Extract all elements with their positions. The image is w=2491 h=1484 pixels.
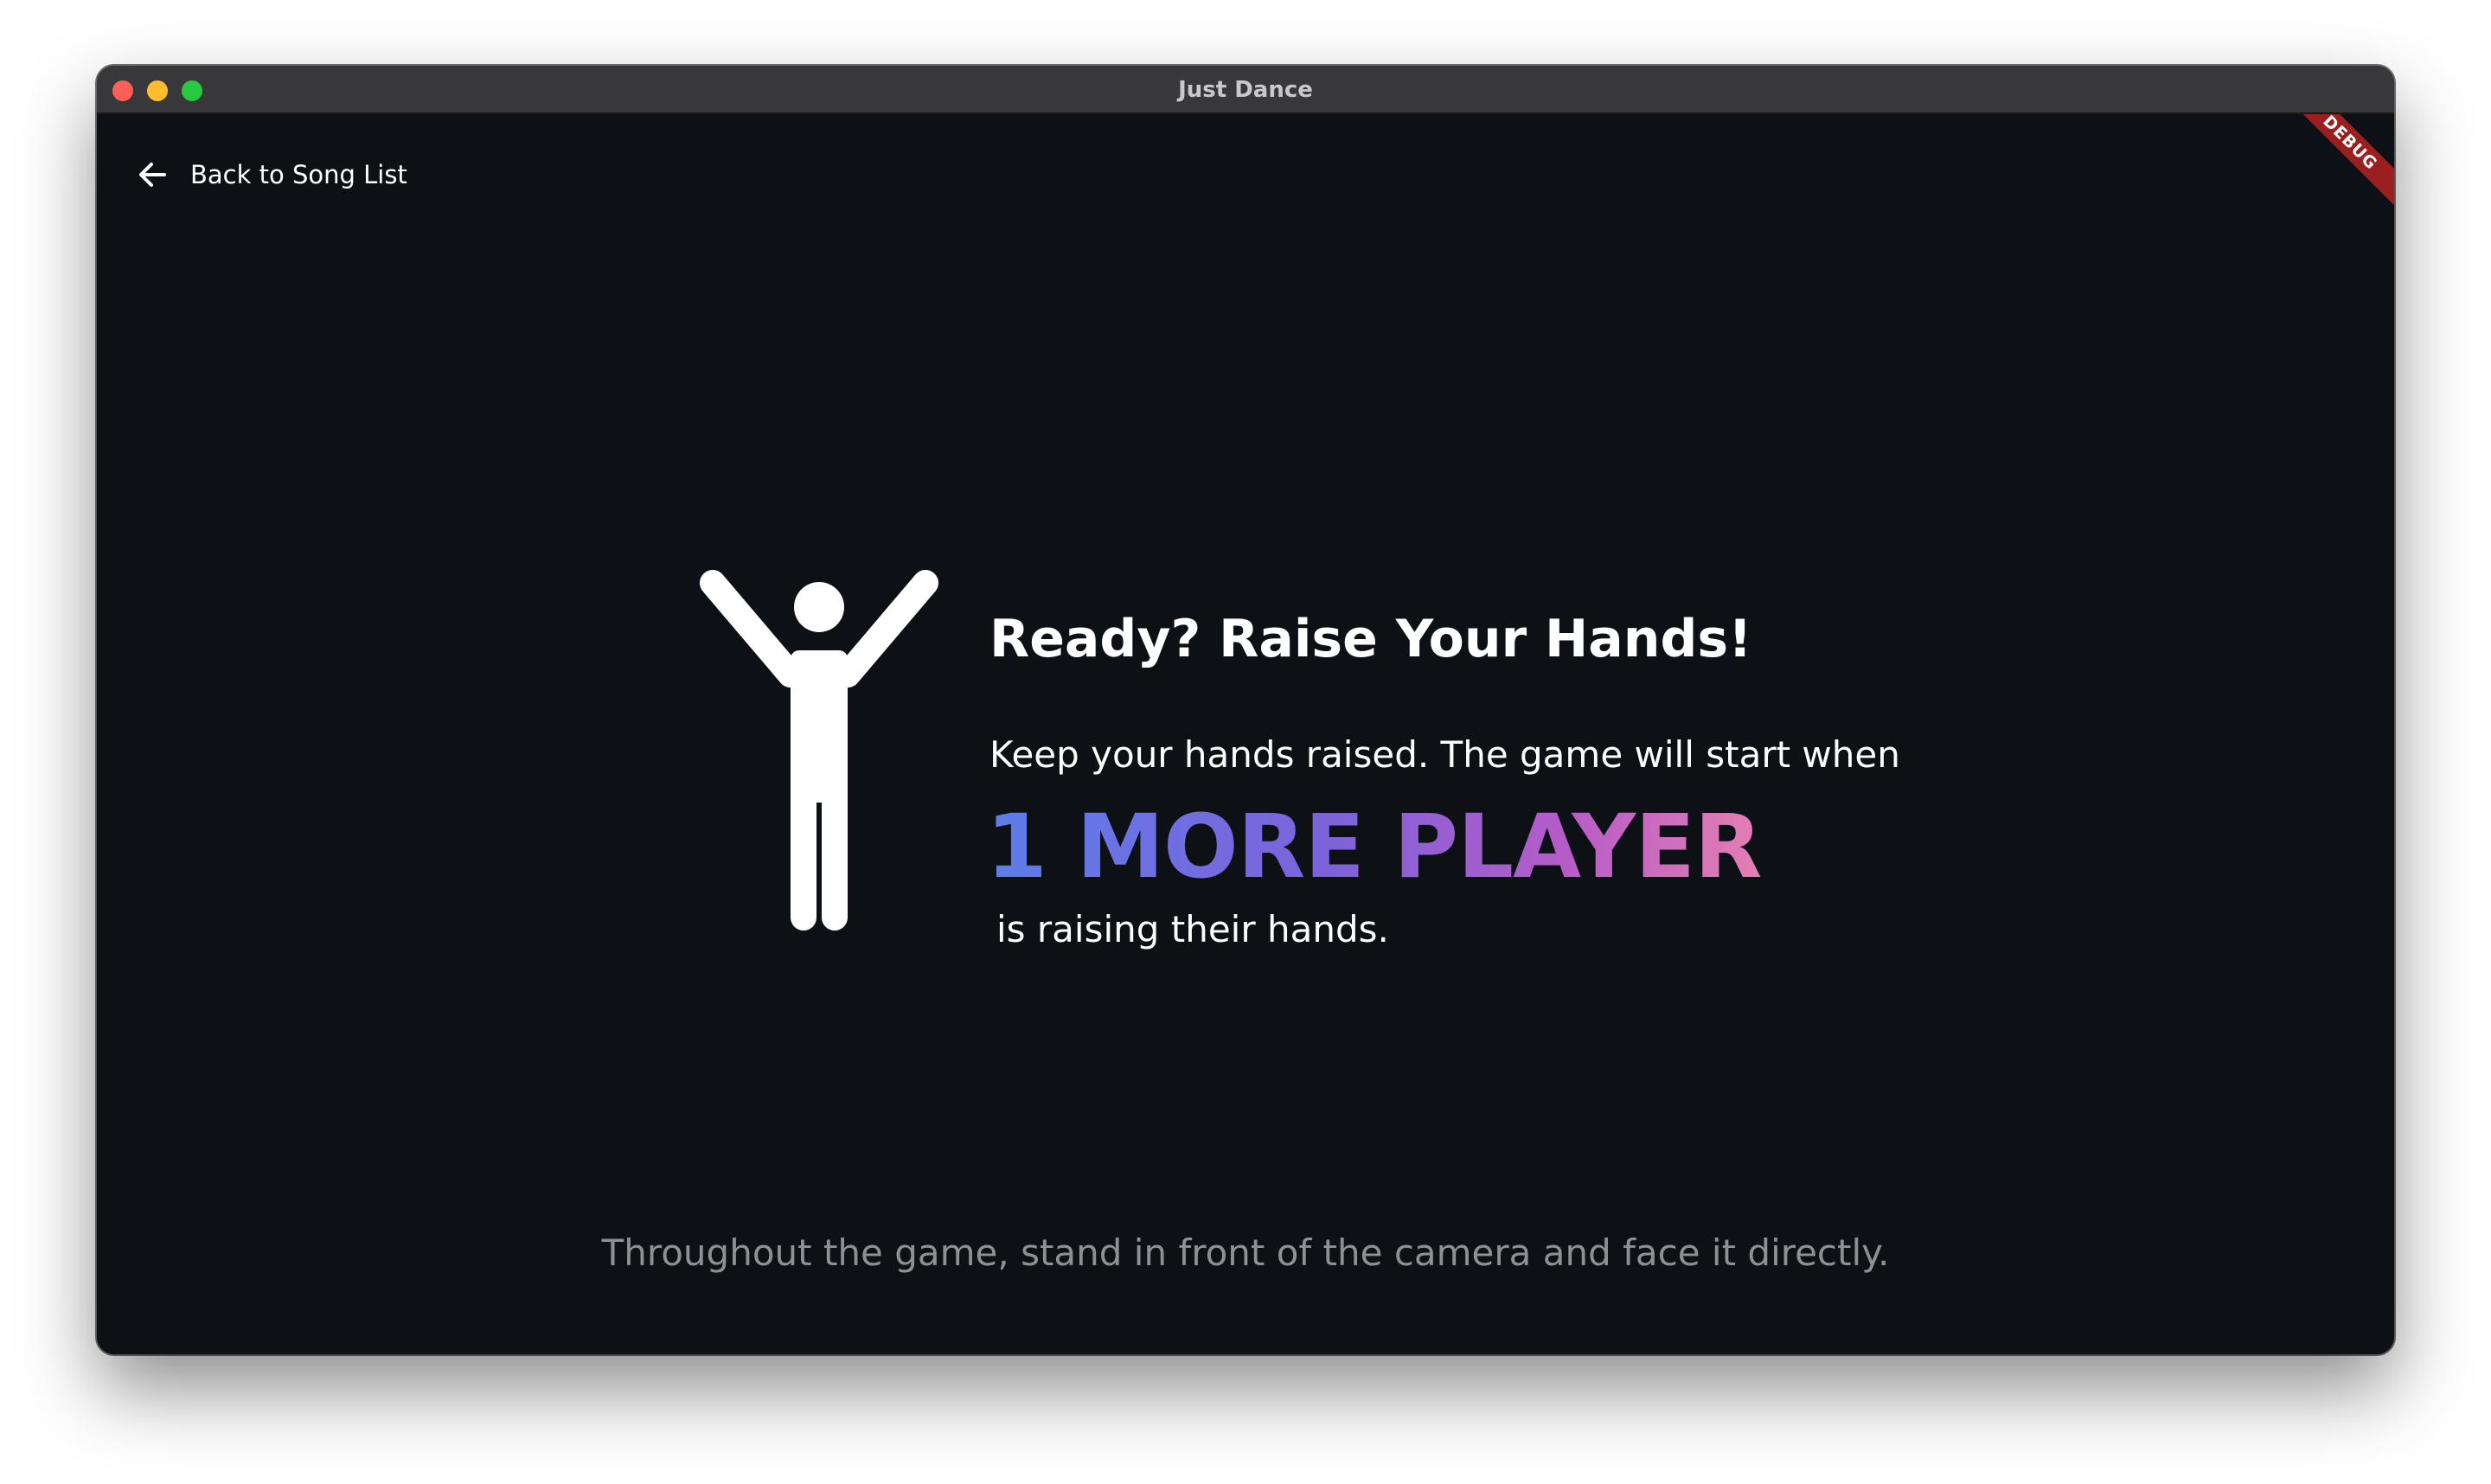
players-needed-count: 1 MORE PLAYER [986, 796, 1762, 899]
window-title: Just Dance [1178, 77, 1313, 103]
title-bar: Just Dance [97, 66, 2394, 114]
page-title: Ready? Raise Your Hands! [989, 609, 1752, 669]
debug-banner: DEBUG [2276, 114, 2394, 216]
main-content: Back to Song List DEBUG Ready? Raise You… [97, 114, 2394, 1354]
back-label: Back to Song List [190, 160, 407, 189]
instruction-line-1: Keep your hands raised. The game will st… [989, 733, 1900, 776]
person-raising-hands-icon [700, 570, 938, 931]
arrow-left-icon [139, 163, 166, 187]
instruction-line-2: is raising their hands. [996, 908, 1389, 950]
back-to-song-list-button[interactable]: Back to Song List [135, 149, 407, 201]
app-window: Just Dance Back to Song List DEBUG Ready… [97, 66, 2394, 1354]
camera-tip: Throughout the game, stand in front of t… [601, 1231, 1890, 1274]
